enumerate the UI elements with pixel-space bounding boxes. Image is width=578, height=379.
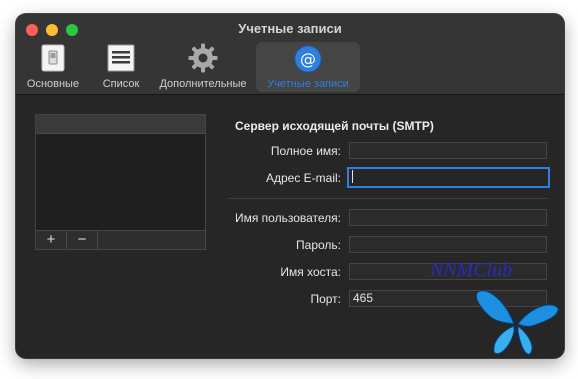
- accounts-list-header: [36, 115, 205, 134]
- gear-icon: [188, 43, 218, 73]
- watermark-text: NNMClub: [430, 259, 513, 281]
- email-label: Адрес E-mail:: [265, 171, 341, 185]
- tab-general-label: Основные: [26, 78, 80, 90]
- username-label: Имя пользователя:: [234, 211, 341, 225]
- list-icon: [107, 44, 135, 72]
- add-account-button[interactable]: +: [36, 231, 67, 249]
- tab-accounts[interactable]: @ Учетные записи: [256, 42, 360, 92]
- butterfly-logo: [476, 290, 559, 355]
- title-bar: Учетные записи Основные Список Дополните…: [16, 14, 564, 95]
- full-name-label: Полное имя:: [270, 144, 341, 158]
- tab-list[interactable]: Список: [92, 42, 150, 92]
- full-name-field[interactable]: [349, 142, 547, 159]
- tab-general[interactable]: Основные: [20, 42, 86, 92]
- svg-text:@: @: [300, 50, 316, 69]
- switch-icon: [41, 44, 65, 72]
- tab-list-label: Список: [102, 78, 140, 90]
- host-label: Имя хоста:: [280, 265, 341, 279]
- window-title: Учетные записи: [238, 21, 342, 36]
- port-label: Порт:: [310, 292, 341, 306]
- email-field[interactable]: [347, 167, 550, 188]
- text-cursor: [352, 170, 353, 184]
- tab-advanced[interactable]: Дополнительные: [154, 42, 252, 92]
- password-label: Пароль:: [296, 238, 341, 252]
- form-separator: [228, 198, 548, 199]
- smtp-heading: Сервер исходящей почты (SMTP): [235, 119, 434, 133]
- tab-accounts-label: Учетные записи: [267, 78, 349, 90]
- password-field[interactable]: [349, 236, 547, 253]
- accounts-list[interactable]: [35, 114, 206, 231]
- remove-account-button[interactable]: −: [67, 231, 98, 249]
- username-field[interactable]: [349, 209, 547, 226]
- accounts-list-footer: + −: [35, 231, 206, 250]
- at-sign-icon: @: [294, 45, 322, 73]
- tab-advanced-label: Дополнительные: [159, 78, 247, 90]
